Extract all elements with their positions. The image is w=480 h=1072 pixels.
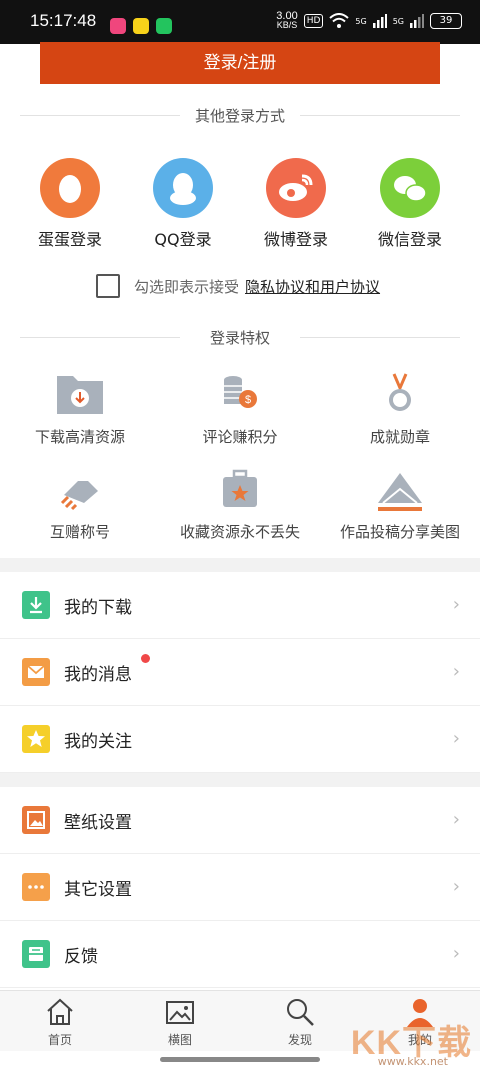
qq-login-label: QQ登录 <box>154 230 212 249</box>
qq-penguin-icon <box>153 158 213 218</box>
menu-label: 我的下载 <box>64 598 132 618</box>
net-speed-unit: KB/S <box>276 20 298 30</box>
unread-dot <box>141 654 150 663</box>
perk-title-exchange: 互赠称号 <box>0 465 160 542</box>
agreement-row: 勾选即表示接受 隐私协议和用户协议 <box>96 274 380 298</box>
menu-label: 我的关注 <box>64 732 132 752</box>
wifi-icon <box>329 13 350 28</box>
signal-5g-label: 5G <box>355 16 367 26</box>
tab-label: 发现 <box>287 1033 312 1047</box>
home-indicator[interactable] <box>160 1057 320 1062</box>
perk-medal: 成就勋章 <box>320 370 480 447</box>
other-login-divider: 其他登录方式 <box>20 105 460 125</box>
weibo-login-label: 微博登录 <box>263 230 328 249</box>
menu-label: 其它设置 <box>64 880 132 900</box>
chevron-right-icon: › <box>452 809 460 830</box>
app-notification-icon <box>156 18 172 34</box>
hd-badge: HD <box>303 14 324 28</box>
svg-text:$: $ <box>245 394 251 406</box>
menu-item-my-downloads[interactable]: 我的下载 › <box>0 572 480 639</box>
tab-label: 首页 <box>47 1033 72 1047</box>
menu-label: 我的消息 <box>64 665 132 685</box>
chevron-right-icon: › <box>452 943 460 964</box>
home-icon <box>43 995 77 1029</box>
coins-icon: $ <box>210 370 270 420</box>
download-icon <box>22 591 50 619</box>
signal-5g-label: 5G <box>392 16 404 26</box>
wechat-icon <box>380 158 440 218</box>
wallpaper-icon <box>22 806 50 834</box>
perk-label: 收藏资源永不丢失 <box>179 523 300 541</box>
tab-landscape[interactable]: 横图 <box>140 995 220 1048</box>
section-gap <box>0 773 480 787</box>
login-register-button[interactable]: 登录/注册 <box>40 42 440 84</box>
battery-indicator: 39 <box>430 13 462 29</box>
app-notification-icon <box>110 18 126 34</box>
image-icon <box>163 995 197 1029</box>
status-bar: 15:17:48 3.00 KB/S HD 5G 5G 39 <box>0 0 480 44</box>
perk-favorite: 收藏资源永不丢失 <box>160 465 320 542</box>
star-icon <box>22 725 50 753</box>
section-gap <box>0 558 480 572</box>
qq-login-button[interactable]: QQ登录 <box>133 158 233 250</box>
weibo-login-button[interactable]: 微博登录 <box>246 158 346 250</box>
menu-label: 壁纸设置 <box>64 813 132 833</box>
medal-icon <box>370 370 430 420</box>
status-time: 15:17:48 <box>30 11 97 30</box>
menu-item-my-follows[interactable]: 我的关注 › <box>0 706 480 773</box>
signal-icon <box>372 14 387 28</box>
perk-label: 成就勋章 <box>369 428 430 446</box>
agreement-checkbox[interactable] <box>96 274 120 298</box>
perk-label: 作品投稿分享美图 <box>339 523 460 541</box>
menu-item-wallpaper-settings[interactable]: 壁纸设置 › <box>0 787 480 854</box>
envelope-submit-icon <box>370 465 430 515</box>
egg-login-button[interactable]: 蛋蛋登录 <box>20 158 120 250</box>
chevron-right-icon: › <box>452 661 460 682</box>
wechat-login-label: 微信登录 <box>377 230 442 249</box>
egg-login-label: 蛋蛋登录 <box>37 230 102 249</box>
mail-icon <box>22 658 50 686</box>
chevron-right-icon: › <box>452 876 460 897</box>
more-icon <box>22 873 50 901</box>
perk-download: 下载高清资源 <box>0 370 160 447</box>
menu-item-feedback[interactable]: 反馈 › <box>0 921 480 988</box>
agreement-text: 勾选即表示接受 <box>134 277 240 296</box>
menu-label: 反馈 <box>64 947 98 967</box>
tab-discover[interactable]: 发现 <box>260 995 340 1048</box>
perks-divider: 登录特权 <box>20 327 460 347</box>
menu-item-other-settings[interactable]: 其它设置 › <box>0 854 480 921</box>
download-folder-icon <box>50 370 110 420</box>
egg-icon <box>40 158 100 218</box>
perk-label: 互赠称号 <box>49 523 110 541</box>
tab-label: 横图 <box>167 1033 192 1047</box>
weibo-icon <box>266 158 326 218</box>
chevron-right-icon: › <box>452 594 460 615</box>
watermark-url: www.kkx.net <box>377 1055 448 1068</box>
signal-icon <box>410 14 424 28</box>
search-icon <box>283 995 317 1029</box>
handshake-icon <box>50 465 110 515</box>
tab-home[interactable]: 首页 <box>20 995 100 1048</box>
chevron-right-icon: › <box>452 728 460 749</box>
perk-label: 下载高清资源 <box>34 428 125 446</box>
star-briefcase-icon <box>210 465 270 515</box>
app-notification-icon <box>133 18 149 34</box>
perk-label: 评论赚积分 <box>202 428 278 446</box>
net-speed: 3.00 KB/S <box>276 11 298 30</box>
menu-item-my-messages[interactable]: 我的消息 › <box>0 639 480 706</box>
feedback-icon <box>22 940 50 968</box>
agreement-link[interactable]: 隐私协议和用户协议 <box>245 276 380 297</box>
perk-submit: 作品投稿分享美图 <box>320 465 480 542</box>
wechat-login-button[interactable]: 微信登录 <box>360 158 460 250</box>
perk-comment: $ 评论赚积分 <box>160 370 320 447</box>
